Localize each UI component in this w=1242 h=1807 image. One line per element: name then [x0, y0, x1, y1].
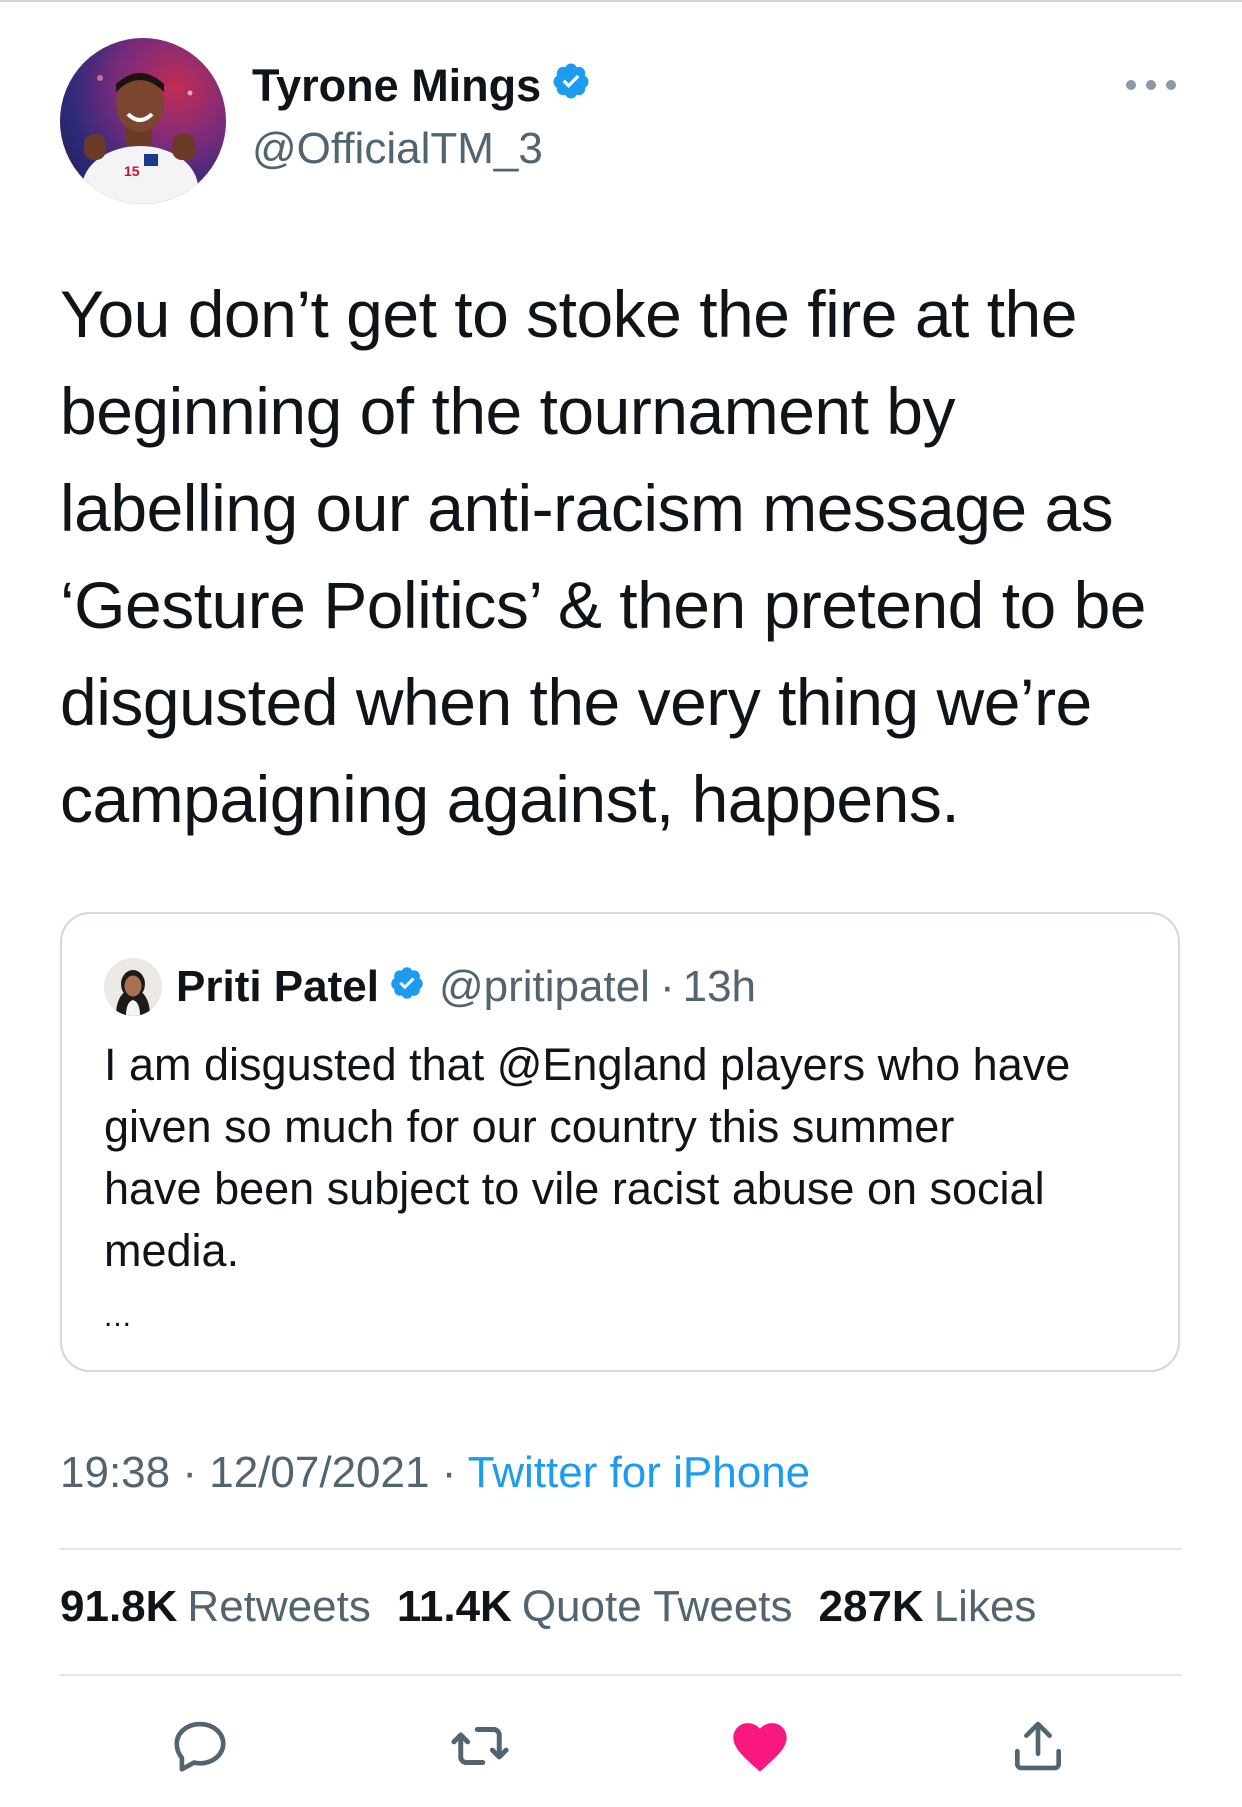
author-name-row[interactable]: Tyrone Mings — [252, 60, 591, 112]
engagement-stats: 91.8K Retweets 11.4K Quote Tweets 287K Like… — [60, 1582, 1036, 1632]
likes-label: Likes — [933, 1582, 1037, 1631]
quoted-author-handle[interactable]: @pritipatel — [439, 962, 650, 1012]
tweet-text-line: labelling our anti-racism message as — [60, 471, 1114, 545]
retweets-count: 91.8K — [60, 1582, 178, 1631]
retweets-stat[interactable]: 91.8K Retweets — [60, 1582, 371, 1632]
likes-stat[interactable]: 287K Likes — [819, 1582, 1037, 1632]
meta-separator: · — [182, 1448, 197, 1497]
quoted-author-name[interactable]: Priti Patel — [176, 962, 379, 1012]
meta-separator: · — [659, 962, 675, 1011]
quoted-text-line: given so much for our country this summe… — [104, 1101, 955, 1152]
like-icon[interactable] — [720, 1706, 800, 1786]
quoted-tweet-age: 13h — [682, 962, 757, 1011]
author-name[interactable]: Tyrone Mings — [252, 60, 541, 112]
top-border — [0, 0, 1242, 2]
quoted-tweet-card[interactable]: Priti Patel @pritipatel · 13h I am disgu… — [60, 912, 1180, 1372]
verified-badge-icon — [389, 962, 425, 1012]
tweet-text-line: disgusted when the very thing we’re — [60, 665, 1092, 739]
meta-separator: · — [441, 1448, 457, 1497]
quoted-text-ellipsis: ... — [104, 1300, 133, 1333]
tweet-text-line: ‘Gesture Politics’ & then pretend to be — [60, 568, 1147, 642]
verified-badge-icon — [551, 60, 591, 112]
retweet-icon[interactable] — [440, 1706, 520, 1786]
more-options-icon[interactable] — [1126, 70, 1176, 100]
quote-tweets-label: Quote Tweets — [521, 1582, 793, 1631]
profile-photo-icon — [104, 958, 162, 1016]
reply-icon[interactable] — [160, 1706, 240, 1786]
quote-tweets-count: 11.4K — [396, 1582, 512, 1631]
tweet-text-line: You don’t get to stoke the fire at the — [60, 277, 1077, 351]
quoted-author-avatar[interactable] — [104, 958, 162, 1016]
author-handle[interactable]: @OfficialTM_3 — [252, 124, 543, 174]
tweet-action-bar — [0, 1706, 1242, 1786]
divider — [60, 1548, 1182, 1550]
divider — [60, 1674, 1182, 1676]
quoted-tweet-text: I am disgusted that @England players who… — [104, 1034, 1144, 1352]
quoted-text-line: I am disgusted that @England players who… — [104, 1039, 1071, 1090]
tweet-date[interactable]: 12/07/2021 — [209, 1448, 429, 1497]
tweet-time[interactable]: 19:38 — [60, 1448, 170, 1497]
tweet-text: You don’t get to stoke the fire at the b… — [60, 266, 1190, 848]
quoted-text-line: media. — [104, 1225, 240, 1276]
quoted-tweet-header: Priti Patel @pritipatel · 13h — [176, 958, 756, 1016]
tweet-text-line: beginning of the tournament by — [60, 374, 955, 448]
tweet-timestamp: 19:38 · 12/07/2021 · Twitter for iPhone — [60, 1448, 810, 1498]
share-icon[interactable] — [998, 1706, 1078, 1786]
tweet-source-link[interactable]: Twitter for iPhone — [468, 1448, 810, 1497]
profile-photo-icon: 15 — [82, 73, 198, 204]
tweet-text-line: campaigning against, happens. — [60, 762, 960, 836]
svg-text:15: 15 — [124, 163, 140, 179]
retweets-label: Retweets — [187, 1582, 371, 1631]
likes-count: 287K — [818, 1582, 924, 1631]
quoted-text-line: have been subject to vile racist abuse o… — [104, 1163, 1045, 1214]
quote-tweets-stat[interactable]: 11.4K Quote Tweets — [397, 1582, 793, 1632]
author-avatar[interactable]: 15 — [60, 38, 226, 204]
